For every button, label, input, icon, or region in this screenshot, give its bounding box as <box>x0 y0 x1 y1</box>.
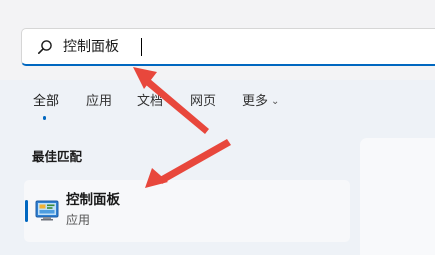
tab-all[interactable]: 全部 <box>33 92 59 112</box>
section-title: 最佳匹配 <box>32 149 83 164</box>
control-panel-icon <box>35 200 59 221</box>
tab-more-label: 更多 <box>242 94 269 109</box>
tab-more[interactable]: 更多 ⌄ <box>242 92 279 112</box>
chevron-down-icon: ⌄ <box>271 96 280 107</box>
search-input[interactable]: 控制面板 <box>63 38 119 56</box>
active-tab-indicator <box>43 116 46 120</box>
result-app-type: 应用 <box>66 213 91 227</box>
search-box[interactable]: 控制面板 <box>21 28 435 66</box>
tab-documents[interactable]: 文档 <box>137 92 163 112</box>
search-icon <box>37 40 52 54</box>
result-app-name: 控制面板 <box>66 192 120 208</box>
best-match-result[interactable]: 控制面板 应用 <box>24 180 350 242</box>
tab-apps[interactable]: 应用 <box>86 92 112 112</box>
tab-web[interactable]: 网页 <box>190 92 216 112</box>
selection-indicator <box>25 200 28 222</box>
text-caret <box>141 38 142 56</box>
details-panel <box>360 138 435 255</box>
